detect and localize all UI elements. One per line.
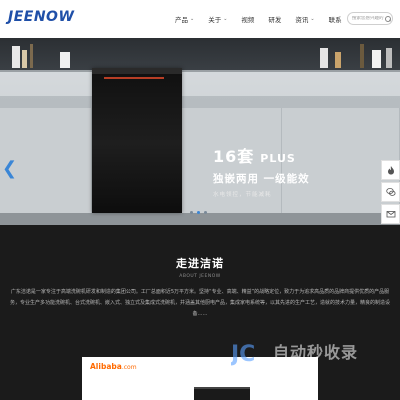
side-toolbar [381, 160, 400, 226]
banner-floor [0, 213, 400, 225]
svg-text:JC: JC [231, 342, 255, 367]
nav-item-label: 联系 [328, 16, 342, 24]
about-title: 走进洁诺 [176, 257, 224, 270]
carousel-prev-button[interactable]: ❮ [2, 160, 17, 178]
chevron-down-icon: ⌄ [310, 16, 315, 22]
nav-item-news[interactable]: 资讯 ⌄ [295, 14, 314, 24]
alibaba-logo: Alibaba.com [90, 362, 137, 371]
nav-item-video[interactable]: 视频 [241, 14, 254, 24]
banner-headline: 16套 PLUS [213, 143, 310, 167]
nav-item-products[interactable]: 产品 ⌄ [175, 14, 194, 24]
nav-item-label: 视频 [241, 16, 255, 24]
carousel-dot[interactable] [197, 211, 200, 214]
site-header: JEENOW 产品 ⌄ 关于 ⌄ 视频 研发 资讯 ⌄ 联系 [0, 0, 400, 38]
carousel-dot[interactable] [204, 211, 207, 214]
search-input[interactable] [352, 16, 384, 21]
nav-item-label: 关于 [208, 16, 222, 24]
main-nav: 产品 ⌄ 关于 ⌄ 视频 研发 资讯 ⌄ 联系 [175, 0, 356, 38]
side-wechat-button[interactable] [381, 182, 400, 202]
fire-icon [387, 166, 394, 175]
banner-subline: 独嵌两用 一级能效 [213, 173, 310, 185]
nav-item-about[interactable]: 关于 ⌄ [208, 14, 227, 24]
alibaba-suffix: .com [121, 364, 137, 371]
nav-item-research[interactable]: 研发 [268, 14, 281, 24]
search-icon[interactable] [385, 15, 391, 22]
carousel-indicators [190, 211, 211, 214]
shelf-decorations [12, 44, 392, 68]
about-subtitle: ABOUT JEENOW [179, 274, 221, 279]
nav-item-label: 资讯 [295, 16, 309, 24]
search-box [347, 12, 393, 25]
watermark-brand: 自动秒收录 [273, 343, 359, 362]
wechat-icon [385, 188, 396, 196]
about-description: 广东洁诺是一家专注于高端洗碗机研发和制造的集团公司。工厂总面积近5万平方米。坚持… [9, 289, 390, 317]
side-hot-button[interactable] [381, 160, 400, 180]
chevron-down-icon: ⌄ [190, 16, 195, 22]
carousel-dot[interactable] [190, 211, 193, 214]
dishwasher-product-image [92, 68, 182, 213]
chevron-down-icon: ⌄ [223, 16, 228, 22]
site-logo[interactable]: JEENOW [8, 9, 74, 25]
mail-icon [386, 211, 395, 218]
watermark-logo-icon: JC [231, 342, 255, 367]
hero-banner: 16套PLUS 独嵌两用 一级能效 水电领控，节能减耗 ❮ ❯ [0, 38, 400, 225]
nav-item-label: 产品 [175, 16, 188, 24]
alibaba-label: Alibaba [90, 362, 122, 371]
page: JEENOW 产品 ⌄ 关于 ⌄ 视频 研发 资讯 ⌄ 联系 搜索您感兴趣的 1… [0, 0, 400, 400]
side-mail-button[interactable] [381, 204, 400, 224]
nav-item-label: 研发 [268, 16, 282, 24]
dishwasher-control-light [104, 77, 164, 79]
banner-headline-block: 16套 PLUS 独嵌两用 一级能效 水电领控，节能减耗 [213, 143, 310, 198]
banner-headline-main: 16套 [213, 147, 255, 166]
banner-headline-suffix: PLUS [260, 152, 296, 165]
banner-tagline: 水电领控，节能减耗 [213, 192, 272, 198]
nav-item-contact[interactable]: 联系 [329, 14, 342, 24]
dishwasher-thumbnail [194, 387, 250, 400]
watermark-slogan: 数上链接→来访一次→自动收录 [235, 367, 318, 373]
watermark: JC 自动秒收录 数上链接→来访一次→自动收录 [225, 335, 385, 383]
